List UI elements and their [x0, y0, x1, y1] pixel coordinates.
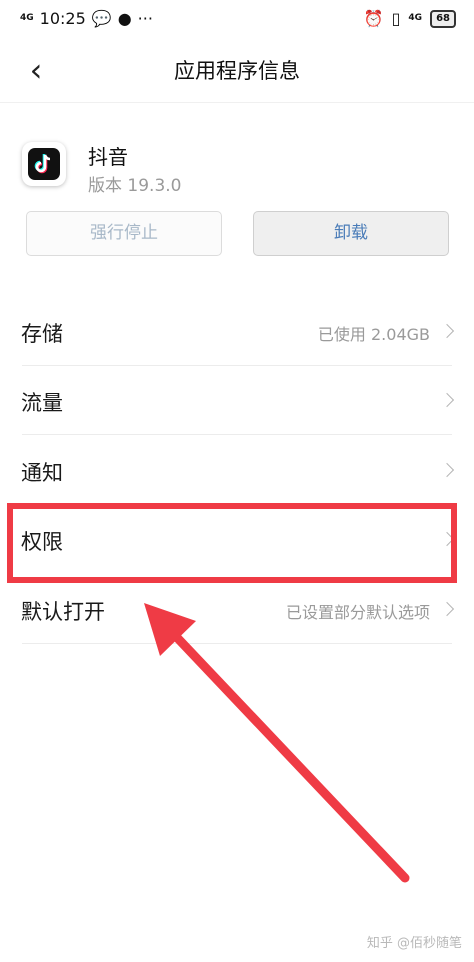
watermark: 知乎 @佰秒随笔 — [366, 936, 462, 951]
annotation-arrow — [144, 603, 410, 883]
arrow-shaft — [163, 623, 410, 883]
